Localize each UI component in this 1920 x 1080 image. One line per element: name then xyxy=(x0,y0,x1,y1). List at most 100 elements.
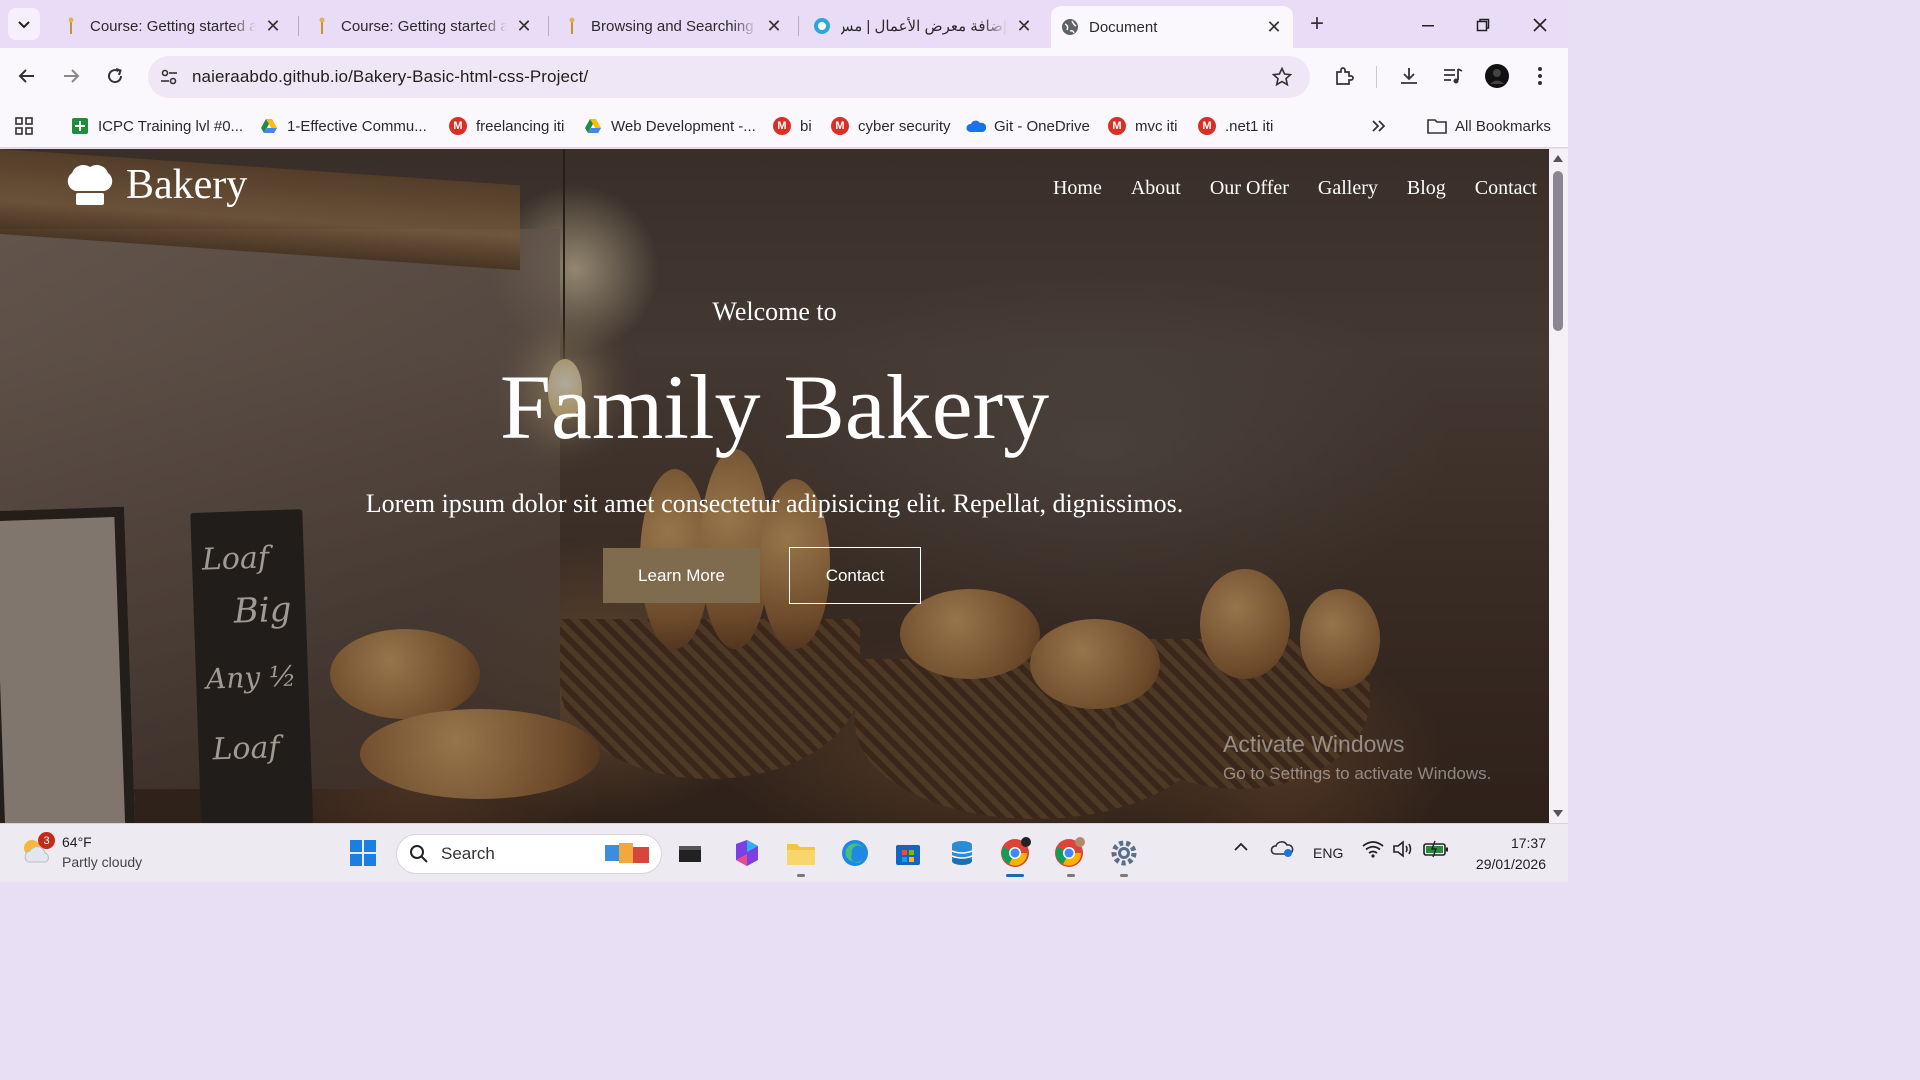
all-bookmarks-button[interactable]: All Bookmarks xyxy=(1427,113,1551,139)
running-indicator xyxy=(797,874,805,877)
folder-icon xyxy=(1427,116,1447,136)
media-control-button[interactable] xyxy=(1439,62,1467,90)
tab-strip: Course: Getting started a ✕ Course: Gett… xyxy=(0,0,1568,48)
clock-date: 29/01/2026 xyxy=(1475,856,1546,872)
nav-our-offer[interactable]: Our Offer xyxy=(1210,177,1289,200)
address-bar[interactable]: naieraabdo.github.io/Bakery-Basic-html-c… xyxy=(148,56,1310,98)
cloud-icon xyxy=(1270,841,1294,857)
tray-overflow-button[interactable] xyxy=(1233,840,1249,857)
taskbar-chrome-active[interactable] xyxy=(998,836,1032,870)
nav-contact[interactable]: Contact xyxy=(1475,177,1537,200)
bookmark-mvc-iti[interactable]: M mvc iti xyxy=(1107,113,1178,139)
tab-portfolio[interactable]: إضافة معرض الأعمال | مس ✕ xyxy=(803,6,1043,46)
scroll-down-icon[interactable] xyxy=(1553,810,1563,817)
bookmark-label: .net1 iti xyxy=(1225,117,1274,135)
windows-logo-icon xyxy=(350,840,376,866)
reload-button[interactable] xyxy=(99,60,131,92)
apps-button[interactable] xyxy=(14,113,34,139)
extensions-button[interactable] xyxy=(1330,62,1358,90)
close-window-button[interactable] xyxy=(1525,10,1555,40)
bookmark-icpc[interactable]: ICPC Training lvl #0... xyxy=(70,113,243,139)
chevron-down-icon xyxy=(18,21,30,29)
bookmark-web-development[interactable]: Web Development -... xyxy=(583,113,756,139)
bookmark-git-onedrive[interactable]: Git - OneDrive xyxy=(966,113,1090,139)
tray-battery[interactable] xyxy=(1423,840,1449,861)
bookmark-bi[interactable]: M bi xyxy=(772,113,812,139)
profile-avatar[interactable] xyxy=(1483,62,1511,90)
tab-search-button[interactable] xyxy=(8,8,40,40)
weather-desc: Partly cloudy xyxy=(62,854,143,870)
taskbar-task-view[interactable] xyxy=(673,836,707,870)
taskbar-settings[interactable] xyxy=(1107,836,1141,870)
taskbar-m365[interactable] xyxy=(730,836,764,870)
contact-button[interactable]: Contact xyxy=(789,547,921,604)
tab-browsing[interactable]: Browsing and Searching ✕ xyxy=(553,6,793,46)
nav-home[interactable]: Home xyxy=(1053,177,1102,200)
scrollbar-thumb[interactable] xyxy=(1553,171,1563,331)
browser-menu-button[interactable] xyxy=(1526,62,1554,90)
taskbar-chrome-profile[interactable] xyxy=(1052,836,1086,870)
nav-about[interactable]: About xyxy=(1131,177,1181,200)
close-icon[interactable]: ✕ xyxy=(1015,17,1033,35)
taskbar-file-explorer[interactable] xyxy=(784,836,818,870)
site-settings-icon[interactable] xyxy=(158,66,180,88)
running-indicator xyxy=(1067,874,1075,877)
toolbar-divider xyxy=(1376,66,1377,88)
site-nav: Home About Our Offer Gallery Blog Contac… xyxy=(1024,177,1537,200)
learn-more-button[interactable]: Learn More xyxy=(603,548,760,603)
nav-gallery[interactable]: Gallery xyxy=(1318,177,1378,200)
close-icon[interactable]: ✕ xyxy=(765,17,783,35)
tab-divider xyxy=(298,16,299,36)
tab-course-2[interactable]: Course: Getting started a ✕ xyxy=(303,6,543,46)
tray-volume[interactable] xyxy=(1392,840,1414,861)
taskbar-store[interactable] xyxy=(891,836,925,870)
weather-widget[interactable]: 3 64°F Partly cloudy xyxy=(20,832,142,872)
input-language[interactable]: ENG xyxy=(1313,845,1343,861)
restore-button[interactable] xyxy=(1468,10,1498,40)
tray-network[interactable] xyxy=(1362,840,1384,861)
chrome-icon xyxy=(1055,837,1085,867)
close-icon[interactable]: ✕ xyxy=(264,17,282,35)
taskbar-azure-data-studio[interactable] xyxy=(945,836,979,870)
taskbar-clock[interactable]: 17:37 29/01/2026 xyxy=(1464,833,1546,875)
close-icon[interactable]: ✕ xyxy=(1265,18,1283,36)
bookmark-effective-commu[interactable]: 1-Effective Commu... xyxy=(259,113,427,139)
arrow-right-icon xyxy=(64,69,80,83)
course-favicon-icon xyxy=(313,17,331,35)
search-label: Search xyxy=(441,844,495,863)
back-button[interactable] xyxy=(11,60,43,92)
bookmark-net1-iti[interactable]: M .net1 iti xyxy=(1197,113,1273,139)
battery-charging-icon xyxy=(1423,840,1448,858)
running-indicator xyxy=(1006,874,1024,877)
taskbar-search[interactable]: Search xyxy=(396,834,662,874)
minimize-button[interactable] xyxy=(1413,10,1443,40)
drive-icon xyxy=(583,116,603,136)
tray-onedrive[interactable] xyxy=(1270,838,1294,861)
clock-time: 17:37 xyxy=(1510,835,1546,851)
more-bookmarks-button[interactable] xyxy=(1370,113,1386,139)
page-scrollbar[interactable] xyxy=(1549,149,1568,823)
bookmark-star-icon[interactable] xyxy=(1270,65,1294,89)
terminal-icon xyxy=(679,846,701,862)
new-tab-button[interactable]: + xyxy=(1304,12,1330,38)
start-button[interactable] xyxy=(346,836,380,870)
scroll-up-icon[interactable] xyxy=(1553,155,1563,162)
minimize-icon xyxy=(1422,25,1434,27)
bookmark-cyber-security[interactable]: M cyber security xyxy=(830,113,951,139)
site-logo[interactable]: Bakery xyxy=(62,161,247,209)
downloads-button[interactable] xyxy=(1395,62,1423,90)
taskbar-edge[interactable] xyxy=(838,836,872,870)
bookmark-label: freelancing iti xyxy=(476,117,565,135)
tab-document[interactable]: Document ✕ xyxy=(1051,6,1293,48)
edge-icon xyxy=(842,840,868,866)
close-icon[interactable]: ✕ xyxy=(515,17,533,35)
bookmark-freelancing-iti[interactable]: M freelancing iti xyxy=(448,113,564,139)
tab-divider xyxy=(798,16,799,36)
gmail-icon: M xyxy=(1107,116,1127,136)
bookmark-label: Web Development -... xyxy=(611,117,756,135)
forward-button[interactable] xyxy=(55,60,87,92)
nav-blog[interactable]: Blog xyxy=(1407,177,1446,200)
url-text[interactable]: naieraabdo.github.io/Bakery-Basic-html-c… xyxy=(192,67,588,87)
tab-course-1[interactable]: Course: Getting started a ✕ xyxy=(52,6,292,46)
chef-hat-icon xyxy=(67,164,113,205)
